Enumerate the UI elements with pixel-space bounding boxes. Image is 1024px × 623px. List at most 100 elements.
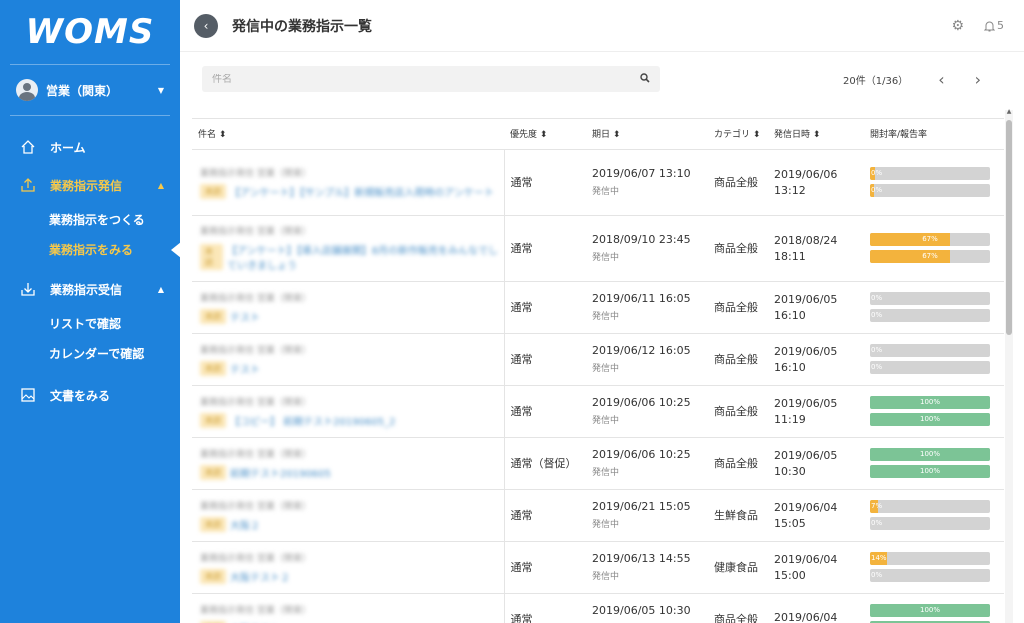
subject-line[interactable]: 未読 大阪テスト２	[200, 568, 504, 584]
user-menu[interactable]: 営業（関東） ▼	[0, 65, 180, 115]
cell-name[interactable]: 業務指示発信 営業（関東） 未読 【アンケート】【サンプル】新規販売店入荷時のアンケ…	[192, 149, 504, 216]
subject-link[interactable]: 【アンケート】【サンプル】新規販売店入荷時のアンケート	[230, 184, 494, 199]
search-icon[interactable]	[640, 72, 650, 86]
subject-link[interactable]: 大阪テスト２	[230, 569, 290, 584]
sidebar-subitem-view[interactable]: 業務指示をみる	[0, 234, 181, 264]
sort-icon: ⬍	[218, 130, 227, 141]
sidebar-item-label: ホーム	[50, 140, 86, 155]
sender-label: 業務指示発信 営業（関東）	[200, 293, 311, 304]
cell-sent: 2019/06/05 16:10	[768, 333, 864, 386]
cell-rates: 14% 0%	[864, 541, 1004, 594]
subject-link[interactable]: 前期テスト20190605	[230, 465, 331, 480]
back-button[interactable]: ‹	[194, 13, 218, 38]
sidebar-item-receive[interactable]: 業務指示受信 ▲	[0, 270, 180, 308]
download-icon	[18, 280, 38, 298]
subject-line[interactable]: 未読 テスト	[200, 308, 504, 324]
cell-deadline: 2019/06/06 10:25 発信中	[586, 385, 708, 438]
gear-icon[interactable]: ⚙	[951, 18, 964, 34]
status-text: 発信中	[592, 253, 620, 263]
subject-line[interactable]: 未読 テスト	[200, 360, 504, 376]
status-text: 発信中	[592, 416, 620, 426]
cell-name[interactable]: 業務指示発信 営業（関東） 未読 【アンケート】【導入店舗展開】8月の新作販売をみん…	[192, 215, 504, 282]
subject-link[interactable]: テスト	[230, 309, 260, 324]
chevron-down-icon: ▼	[157, 85, 164, 95]
cell-name[interactable]: 業務指示発信 営業（関東） 未読 【コピー】 前期テスト20190605_2	[192, 385, 504, 438]
cell-rates: 67% 67%	[864, 215, 1004, 282]
prev-page-button[interactable]: ‹	[938, 70, 944, 89]
blurred-name: 業務指示発信 営業（関東） 未読 テスト	[200, 291, 504, 324]
deadline-datetime: 2018/09/10 23:45	[592, 233, 691, 246]
notification-button[interactable]: 5	[984, 19, 1004, 32]
subject-line[interactable]: 未読 【コピー】 前期テスト20190605_2	[200, 412, 504, 428]
cell-name[interactable]: 業務指示発信 営業（関東）未読大阪テスト	[192, 593, 504, 623]
cell-name[interactable]: 業務指示発信 営業（関東） 未読 大阪テスト２	[192, 541, 504, 594]
table-row[interactable]: 業務指示発信 営業（関東） 未読 【アンケート】【サンプル】新規販売店入荷時のアンケ…	[192, 149, 1004, 216]
subject-link[interactable]: 大阪２	[230, 517, 260, 532]
open-rate-label: 100%	[919, 398, 940, 406]
subject-link[interactable]: 【アンケート】【導入店舗展開】8月の新作販売をみんなでしていきましょう	[227, 242, 504, 272]
open-rate-bar: 100%	[870, 448, 990, 461]
table-row[interactable]: 業務指示発信 営業（関東）未読大阪テスト通常2019/06/05 10:30発信…	[192, 593, 1004, 623]
table-row[interactable]: 業務指示発信 営業（関東） 未読 【コピー】 前期テスト20190605_2 通常 20…	[192, 385, 1004, 438]
cell-category: 健康食品	[708, 541, 768, 594]
status-badge: 未読	[200, 516, 226, 532]
sidebar-subitem-calendar[interactable]: カレンダーで確認	[0, 338, 180, 368]
sort-icon: ⬍	[612, 130, 621, 141]
column-header-priority[interactable]: 優先度 ⬍	[504, 119, 586, 150]
subject-link[interactable]: 【コピー】 前期テスト20190605_2	[230, 413, 395, 428]
scrollbar[interactable]	[1005, 110, 1013, 623]
table-row[interactable]: 業務指示発信 営業（関東） 未読 テスト 通常 2019/06/11 16:05 発信中商…	[192, 281, 1004, 334]
table-header-row: 件名 ⬍ 優先度 ⬍ 期日 ⬍ カテゴリ ⬍ 発信日時 ⬍ 開封率/報告率	[192, 119, 1004, 150]
subject-line[interactable]: 未読 前期テスト20190605	[200, 464, 504, 480]
status-badge: 未読	[200, 244, 223, 270]
scroll-thumb[interactable]	[1006, 120, 1012, 335]
open-rate-bar: 100%	[870, 604, 990, 617]
deadline-datetime: 2019/06/07 13:10	[592, 167, 691, 180]
table-row[interactable]: 業務指示発信 営業（関東） 未読 テスト 通常 2019/06/12 16:05 発信中商…	[192, 333, 1004, 386]
logo[interactable]: WOMS	[0, 0, 180, 64]
table-row[interactable]: 業務指示発信 営業（関東） 未読 大阪テスト２ 通常 2019/06/13 14:55 発…	[192, 541, 1004, 594]
sidebar-subitem-create[interactable]: 業務指示をつくる	[0, 204, 180, 234]
cell-name[interactable]: 業務指示発信 営業（関東） 未読 大阪２	[192, 489, 504, 542]
chevron-left-icon: ‹	[203, 18, 209, 33]
deadline-datetime: 2019/06/06 10:25	[592, 448, 691, 461]
cell-rates: 7% 0%	[864, 489, 1004, 542]
subject-line[interactable]: 未読 大阪２	[200, 516, 504, 532]
image-icon	[18, 386, 38, 404]
table-row[interactable]: 業務指示発信 営業（関東） 未読 【アンケート】【導入店舗展開】8月の新作販売をみん…	[192, 215, 1004, 282]
sidebar-subitem-list[interactable]: リストで確認	[0, 308, 180, 338]
column-header-deadline[interactable]: 期日 ⬍	[586, 119, 708, 150]
scroll-up-icon[interactable]: ▲	[1005, 108, 1013, 115]
cell-deadline: 2019/06/06 10:25 発信中	[586, 437, 708, 490]
column-header-category[interactable]: カテゴリ ⬍	[708, 119, 768, 150]
table-row[interactable]: 業務指示発信 営業（関東） 未読 大阪２ 通常 2019/06/21 15:05 発信中生…	[192, 489, 1004, 542]
status-text: 発信中	[592, 364, 620, 374]
column-header-sent[interactable]: 発信日時 ⬍	[768, 119, 864, 150]
instruction-table: 件名 ⬍ 優先度 ⬍ 期日 ⬍ カテゴリ ⬍ 発信日時 ⬍ 開封率/報告率 業務…	[192, 118, 1004, 623]
subject-link[interactable]: テスト	[230, 361, 260, 376]
search-input[interactable]	[212, 73, 640, 85]
sidebar-item-label: 文書をみる	[50, 388, 111, 403]
cell-name[interactable]: 業務指示発信 営業（関東） 未読 テスト	[192, 281, 504, 334]
sender-label: 業務指示発信 営業（関東）	[200, 345, 311, 356]
deadline-datetime: 2019/06/05 10:30	[592, 604, 691, 617]
pager: 20件（1/36） ‹ ›	[843, 70, 981, 89]
next-page-button[interactable]: ›	[975, 70, 981, 89]
sent-date: 2019/06/05	[774, 448, 838, 462]
sender-label: 業務指示発信 営業（関東）	[200, 605, 311, 616]
sidebar-item-docs[interactable]: 文書をみる	[0, 376, 180, 414]
report-rate-bar: 67%	[870, 250, 990, 263]
table-row[interactable]: 業務指示発信 営業（関東） 未読 前期テスト20190605 通常（督促） 2019/0…	[192, 437, 1004, 490]
chevron-up-icon: ▲	[157, 284, 164, 294]
status-text: 発信中	[592, 468, 620, 478]
cell-name[interactable]: 業務指示発信 営業（関東） 未読 前期テスト20190605	[192, 437, 504, 490]
sent-date: 2018/08/24	[774, 233, 838, 247]
sent-date: 2019/06/05	[774, 396, 838, 410]
cell-name[interactable]: 業務指示発信 営業（関東） 未読 テスト	[192, 333, 504, 386]
subject-line[interactable]: 未読 【アンケート】【サンプル】新規販売店入荷時のアンケート	[200, 183, 504, 199]
subject-line[interactable]: 未読 【アンケート】【導入店舗展開】8月の新作販売をみんなでしていきましょう	[200, 242, 504, 272]
report-rate-label: 0%	[871, 311, 883, 319]
sidebar-item-home[interactable]: ホーム	[0, 128, 180, 166]
sidebar-item-send[interactable]: 業務指示発信 ▲	[0, 166, 180, 204]
column-header-name[interactable]: 件名 ⬍	[192, 119, 504, 150]
